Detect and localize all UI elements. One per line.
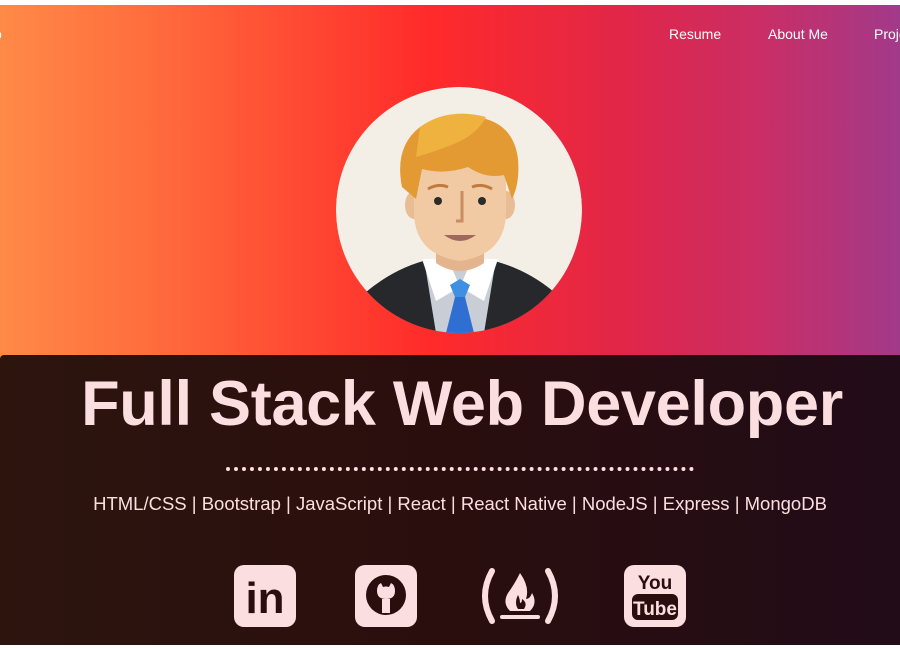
- svg-text:Tube: Tube: [633, 599, 677, 620]
- skills-list: HTML/CSS | Bootstrap | JavaScript | Reac…: [93, 493, 827, 514]
- youtube-icon[interactable]: You Tube: [624, 565, 686, 627]
- svg-text:You: You: [638, 573, 672, 594]
- dotted-divider: [226, 467, 694, 471]
- github-icon[interactable]: [355, 565, 417, 627]
- nav-brand[interactable]: o: [0, 26, 2, 42]
- avatar: [336, 87, 582, 333]
- page-frame: o Resume About Me Proje: [0, 5, 900, 645]
- nav-link-about-me[interactable]: About Me: [768, 26, 828, 42]
- nav-link-resume[interactable]: Resume: [669, 26, 721, 42]
- nav-link-projects[interactable]: Proje: [874, 26, 900, 42]
- svg-text:in: in: [245, 574, 284, 623]
- linkedin-icon[interactable]: in: [234, 565, 296, 627]
- freecodecamp-icon[interactable]: [474, 565, 566, 627]
- hero-title: Full Stack Web Developer: [81, 369, 843, 439]
